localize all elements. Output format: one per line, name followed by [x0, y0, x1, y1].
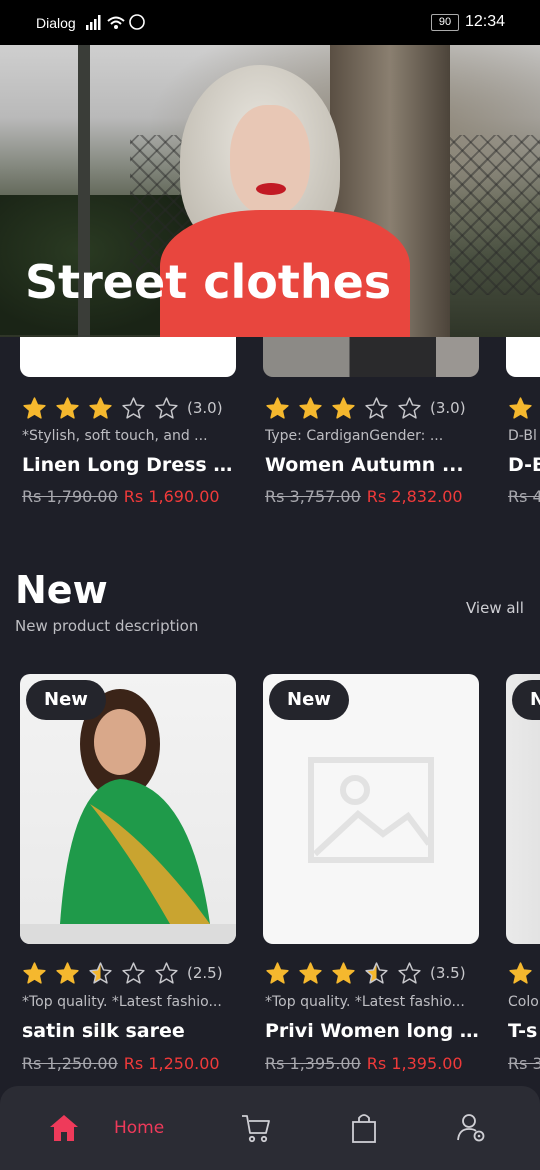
rating-count: (3.0) — [187, 399, 223, 417]
product-image — [263, 337, 479, 377]
star-full-icon — [299, 961, 322, 984]
product-prices: Rs 3 — [508, 1054, 540, 1073]
product-title: D-B — [508, 454, 540, 476]
star-empty-icon — [122, 396, 145, 419]
product-prices: Rs 4 — [508, 487, 540, 506]
status-bar: Dialog 90 12:34 — [0, 0, 540, 45]
rating-count: (3.5) — [430, 964, 466, 982]
star-full-icon — [266, 396, 289, 419]
product-description: *Top quality. *Latest fashio... — [22, 994, 222, 1010]
star-half-icon — [89, 961, 112, 984]
star-half-icon — [365, 961, 388, 984]
star-full-icon — [23, 961, 46, 984]
star-full-icon — [23, 396, 46, 419]
section-title-new: New — [15, 568, 108, 612]
sale-price: Rs 2,832.00 — [366, 487, 463, 506]
rating-stars — [508, 960, 540, 986]
rating-stars: (3.5) — [265, 960, 466, 986]
star-full-icon — [89, 396, 112, 419]
star-empty-icon — [122, 961, 145, 984]
home-icon[interactable] — [48, 1112, 80, 1144]
clock: 12:34 — [465, 13, 506, 30]
new-badge: New — [269, 680, 349, 720]
new-products-row[interactable]: New (2.5) *Top quality. *Latest fashio..… — [0, 674, 540, 1086]
product-prices: Rs 1,250.00 Rs 1,250.00 — [22, 1054, 220, 1073]
star-full-icon — [509, 961, 532, 984]
cart-icon[interactable] — [240, 1112, 272, 1144]
product-title: Women Autumn ... — [265, 454, 464, 476]
product-image — [506, 337, 540, 377]
battery-indicator: 90 — [431, 14, 459, 31]
product-title: Privi Women long ... — [265, 1020, 480, 1042]
star-full-icon — [299, 396, 322, 419]
rating-stars: (3.0) — [22, 395, 223, 421]
old-price: Rs 3,757.00 — [265, 487, 361, 506]
product-description: *Top quality. *Latest fashio... — [265, 994, 465, 1010]
product-description: Colo — [508, 994, 539, 1010]
view-all-link[interactable]: View all — [466, 599, 524, 617]
carrier-name: Dialog — [36, 15, 76, 31]
old-price: Rs 1,790.00 — [22, 487, 118, 506]
sale-price: Rs 1,690.00 — [123, 487, 220, 506]
sale-price: Rs 1,395.00 — [366, 1054, 463, 1073]
old-price: Rs 1,395.00 — [265, 1054, 361, 1073]
star-empty-icon — [398, 396, 421, 419]
bag-icon[interactable] — [350, 1112, 378, 1144]
sale-price: Rs 1,250.00 — [123, 1054, 220, 1073]
product-description: D-Bl — [508, 428, 537, 444]
hero-banner[interactable]: Street clothes — [0, 45, 540, 337]
product-image — [20, 337, 236, 377]
product-prices: Rs 1,395.00 Rs 1,395.00 — [265, 1054, 463, 1073]
product-title: Linen Long Dress / ... — [22, 454, 237, 476]
product-title: T-s — [508, 1020, 538, 1042]
old-price: Rs 3 — [508, 1054, 540, 1073]
star-empty-icon — [155, 961, 178, 984]
product-description: *Stylish, soft touch, and ... — [22, 428, 208, 444]
rating-count: (3.0) — [430, 399, 466, 417]
star-full-icon — [332, 396, 355, 419]
star-full-icon — [509, 396, 532, 419]
product-description: Type: CardiganGender: ... — [265, 428, 444, 444]
rating-stars — [508, 395, 540, 421]
new-badge: New — [26, 680, 106, 720]
star-empty-icon — [398, 961, 421, 984]
hero-image-model-face — [230, 105, 310, 215]
section-subtitle: New product description — [15, 617, 199, 635]
rating-stars: (3.0) — [265, 395, 466, 421]
hero-title: Street clothes — [25, 255, 392, 309]
nav-home-label[interactable]: Home — [114, 1118, 164, 1138]
rating-count: (2.5) — [187, 964, 223, 982]
old-price: Rs 1,250.00 — [22, 1054, 118, 1073]
signal-wifi-icons — [86, 14, 145, 30]
star-full-icon — [56, 961, 79, 984]
product-title: satin silk saree — [22, 1020, 185, 1042]
star-empty-icon — [365, 396, 388, 419]
star-full-icon — [332, 961, 355, 984]
sale-products-row[interactable]: (3.0) *Stylish, soft touch, and ... Line… — [0, 337, 540, 517]
product-prices: Rs 3,757.00 Rs 2,832.00 — [265, 487, 463, 506]
bottom-nav: Home — [0, 1086, 540, 1170]
star-full-icon — [56, 396, 79, 419]
rating-stars: (2.5) — [22, 960, 223, 986]
star-empty-icon — [155, 396, 178, 419]
product-prices: Rs 1,790.00 Rs 1,690.00 — [22, 487, 220, 506]
old-price: Rs 4 — [508, 487, 540, 506]
user-settings-icon[interactable] — [456, 1112, 488, 1144]
hero-image-model-lips — [256, 183, 286, 195]
star-full-icon — [266, 961, 289, 984]
